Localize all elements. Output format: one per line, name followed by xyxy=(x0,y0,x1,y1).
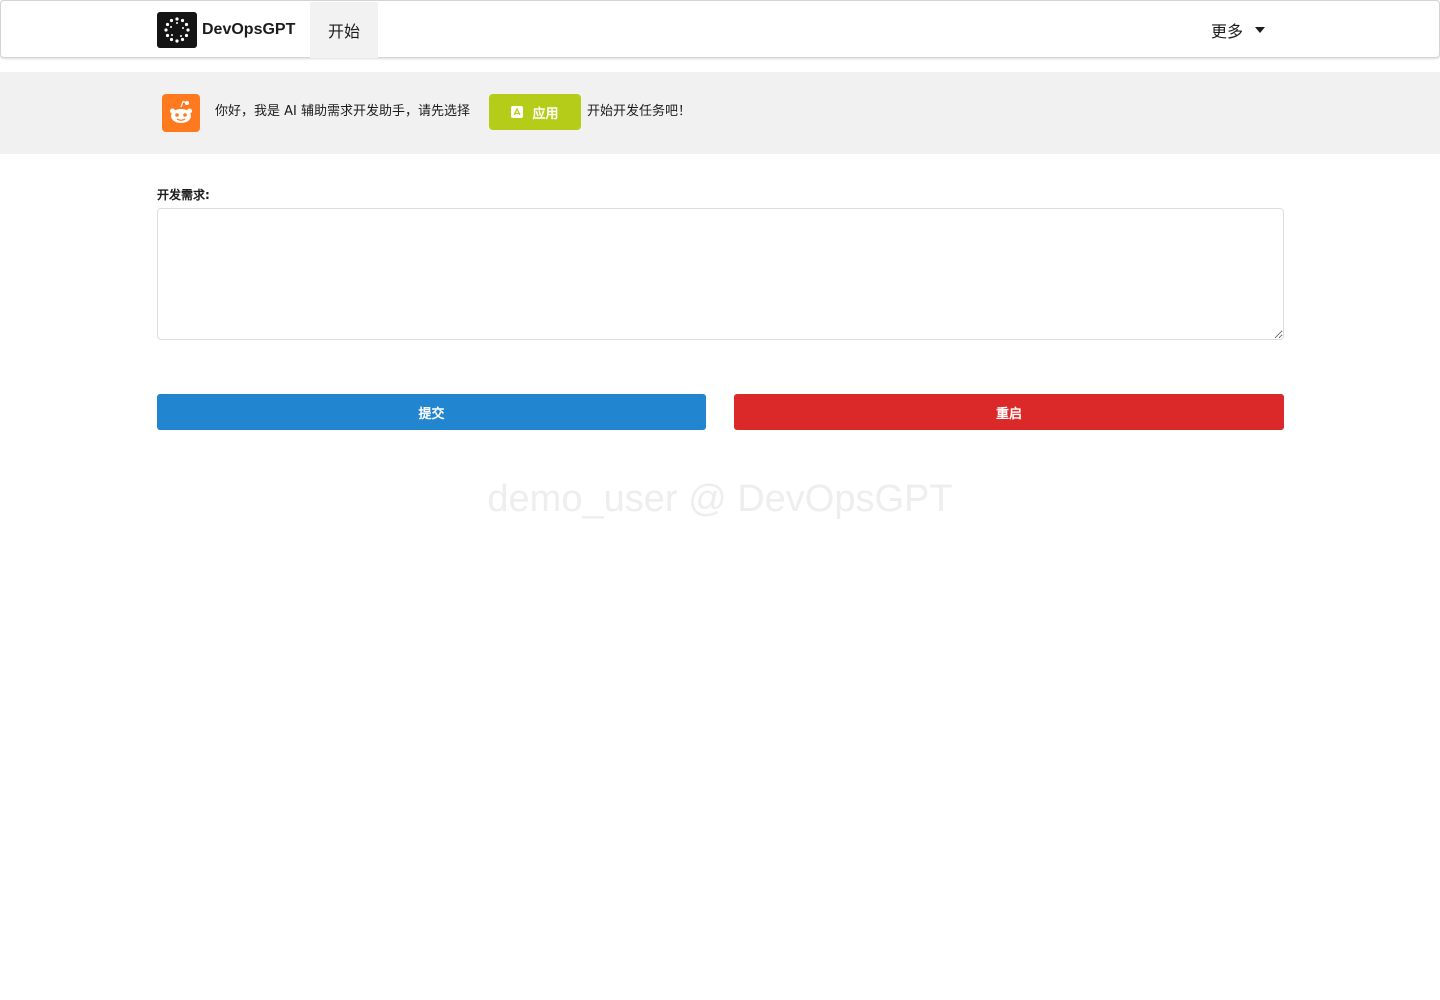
brand-name: DevOpsGPT xyxy=(202,21,296,38)
restart-button[interactable]: 重启 xyxy=(734,394,1284,430)
requirement-textarea[interactable] xyxy=(157,208,1284,340)
select-app-button[interactable]: 应用 xyxy=(489,94,581,130)
assistant-avatar-icon xyxy=(162,94,200,132)
select-app-button-label: 应用 xyxy=(532,106,559,122)
user-watermark: demo_user @ DevOpsGPT xyxy=(487,478,953,520)
app-store-icon xyxy=(511,106,524,118)
nav-item-start[interactable]: 开始 xyxy=(310,2,378,58)
caret-down-icon xyxy=(1255,27,1266,33)
requirement-label: 开发需求: xyxy=(157,188,210,202)
top-menu-bar: DevOpsGPT 开始 更多 xyxy=(0,0,1440,58)
more-dropdown[interactable]: 更多 xyxy=(1211,2,1266,58)
greeting-text-after: 开始开发任务吧！ xyxy=(587,104,692,119)
devopsgpt-logo-icon xyxy=(157,12,197,48)
more-dropdown-label: 更多 xyxy=(1211,22,1244,41)
greeting-banner: 你好，我是 AI 辅助需求开发助手，请先选择 应用 开始开发任务吧！ xyxy=(0,72,1440,154)
greeting-text-before: 你好，我是 AI 辅助需求开发助手，请先选择 xyxy=(215,104,470,119)
brand[interactable]: DevOpsGPT xyxy=(157,11,295,49)
submit-button[interactable]: 提交 xyxy=(157,394,706,430)
